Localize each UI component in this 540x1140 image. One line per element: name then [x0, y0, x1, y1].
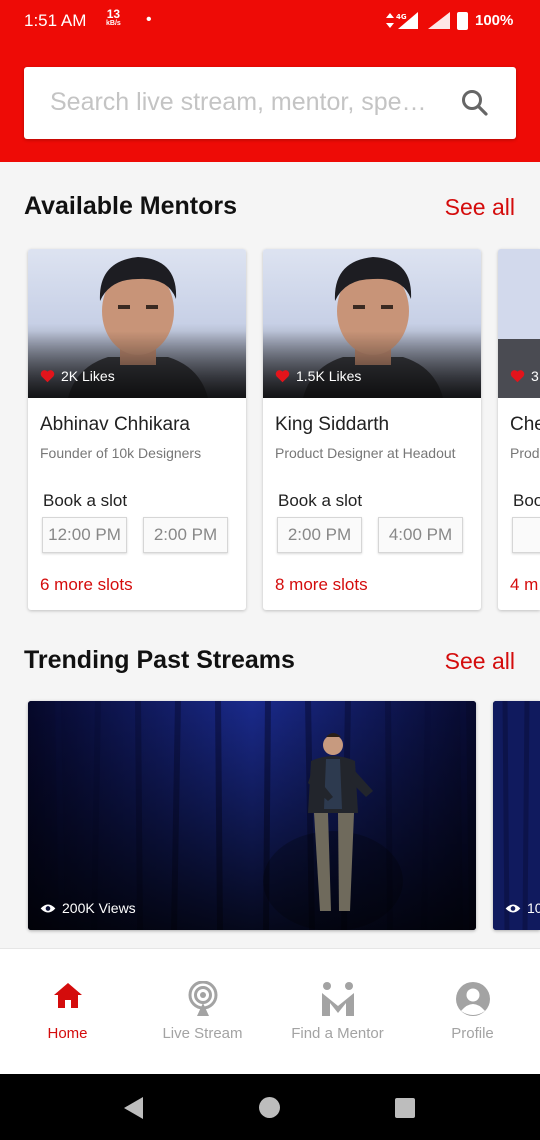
- stream-thumbnail: [28, 701, 476, 930]
- system-navigation-bar: [0, 1074, 540, 1140]
- stream-card[interactable]: 200K Views: [28, 701, 476, 930]
- likes-badge: 2K Likes: [40, 368, 115, 384]
- more-slots-link[interactable]: 6 more slots: [40, 575, 133, 595]
- streams-see-all-link[interactable]: See all: [445, 648, 515, 675]
- app-header: 1:51 AM 13 kB/s • 4G R 100% Search live …: [0, 0, 540, 162]
- stream-card[interactable]: 10: [493, 701, 540, 930]
- battery-percent: 100%: [475, 12, 514, 29]
- heart-icon: [40, 370, 55, 383]
- nav-label: Live Stream: [162, 1025, 243, 1042]
- network-speed: 13 kB/s: [106, 8, 121, 29]
- nav-label: Profile: [451, 1025, 494, 1042]
- mentors-section-title: Available Mentors: [24, 192, 238, 220]
- eye-icon: [40, 904, 56, 912]
- back-icon[interactable]: [122, 1096, 144, 1120]
- nav-label: Home: [47, 1025, 88, 1042]
- nav-item-find-mentor[interactable]: Find a Mentor: [270, 949, 405, 1075]
- stream-thumbnail: [493, 701, 540, 930]
- svg-text:4G: 4G: [396, 13, 407, 21]
- mentor-name: Abhinav Chhikara: [40, 414, 190, 435]
- likes-count: 3: [531, 368, 539, 384]
- notification-dot: •: [146, 11, 152, 28]
- nav-item-live-stream[interactable]: Live Stream: [135, 949, 270, 1075]
- mentor-card[interactable]: 2K Likes Abhinav Chhikara Founder of 10k…: [28, 249, 246, 610]
- likes-count: 2K Likes: [61, 368, 115, 384]
- mentor-photo: 3: [498, 249, 540, 398]
- mentor-card[interactable]: 3 Che Prod Boo 2: 4 m: [498, 249, 540, 610]
- time-slot-button[interactable]: 2:: [512, 517, 540, 553]
- nav-label: Find a Mentor: [291, 1025, 384, 1042]
- svg-text:R: R: [426, 21, 431, 29]
- nav-item-home[interactable]: Home: [0, 949, 135, 1075]
- status-bar: 1:51 AM 13 kB/s • 4G R 100%: [0, 0, 540, 44]
- likes-badge: 3: [510, 368, 539, 384]
- mentor-name: Che: [510, 414, 540, 435]
- mentors-see-all-link[interactable]: See all: [445, 194, 515, 221]
- heart-icon: [510, 370, 525, 383]
- home-icon: [53, 983, 82, 1008]
- profile-icon: [455, 982, 490, 1016]
- mentor-role: Prod: [510, 445, 540, 461]
- battery-icon: [457, 12, 468, 30]
- time-slot-button[interactable]: 2:00 PM: [143, 517, 228, 553]
- likes-badge: 1.5K Likes: [275, 368, 361, 384]
- search-bar[interactable]: Search live stream, mentor, spe…: [24, 67, 516, 139]
- status-time: 1:51 AM: [24, 11, 87, 30]
- mentor-photo: 2K Likes: [28, 249, 246, 398]
- more-slots-link[interactable]: 4 m: [510, 575, 538, 595]
- streams-section-title: Trending Past Streams: [24, 646, 295, 674]
- network-speed-unit: kB/s: [106, 20, 121, 27]
- nav-item-profile[interactable]: Profile: [405, 949, 540, 1075]
- bottom-navigation: Home Live Stream Find a Mentor Profile: [0, 948, 540, 1074]
- views-badge: 10: [505, 900, 540, 916]
- more-slots-link[interactable]: 8 more slots: [275, 575, 368, 595]
- home-circle-icon[interactable]: [258, 1096, 281, 1119]
- search-input[interactable]: Search live stream, mentor, spe…: [50, 88, 450, 117]
- mentor-photo: 1.5K Likes: [263, 249, 481, 398]
- book-slot-label: Book a slot: [278, 491, 363, 510]
- heart-icon: [275, 370, 290, 383]
- live-stream-icon: [188, 981, 217, 1016]
- mentor-name: King Siddarth: [275, 414, 390, 435]
- search-icon[interactable]: [461, 89, 489, 117]
- signal-icon: 4G R: [386, 12, 450, 29]
- mentor-role: Product Designer at Headout: [275, 445, 456, 461]
- book-slot-label: Boo: [513, 491, 540, 510]
- time-slot-button[interactable]: 12:00 PM: [42, 517, 127, 553]
- recents-square-icon[interactable]: [394, 1097, 416, 1119]
- time-slot-button[interactable]: 4:00 PM: [378, 517, 463, 553]
- mentor-m-icon: [321, 982, 354, 1016]
- eye-icon: [505, 904, 521, 912]
- views-count: 200K Views: [62, 900, 136, 916]
- mentor-card[interactable]: 1.5K Likes King Siddarth Product Designe…: [263, 249, 481, 610]
- views-count: 10: [527, 900, 540, 916]
- book-slot-label: Book a slot: [43, 491, 128, 510]
- views-badge: 200K Views: [40, 900, 136, 916]
- time-slot-button[interactable]: 2:00 PM: [277, 517, 362, 553]
- likes-count: 1.5K Likes: [296, 368, 362, 384]
- mentor-role: Founder of 10k Designers: [40, 445, 202, 461]
